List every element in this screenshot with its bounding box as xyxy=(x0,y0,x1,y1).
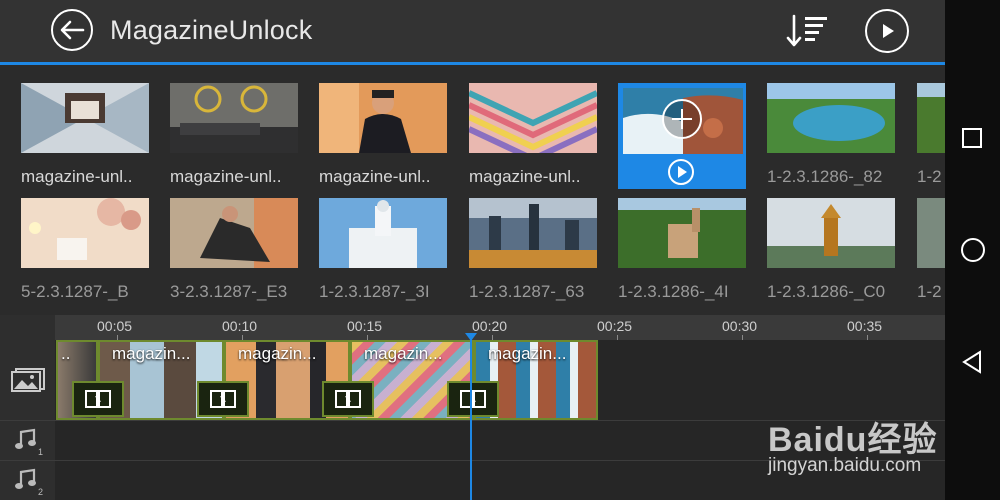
media-item[interactable]: 1-2.3.1287-_63 xyxy=(469,198,597,303)
clip-label: magazin... xyxy=(238,344,317,363)
tick-label: 00:10 xyxy=(222,318,258,334)
clip-label: magazin... xyxy=(112,344,191,363)
media-caption: magazine-unl.. xyxy=(170,167,282,186)
sort-button[interactable] xyxy=(786,12,830,50)
thumbnail-white-church xyxy=(319,198,447,268)
playhead[interactable] xyxy=(470,335,472,500)
music-note-icon xyxy=(15,468,36,489)
media-item[interactable]: 1-2.3.1286-_C0 xyxy=(767,198,895,303)
clip-label: magazin... xyxy=(364,344,443,363)
preview-play-button[interactable] xyxy=(865,9,909,53)
transition-button[interactable] xyxy=(72,381,124,417)
recent-apps-icon[interactable] xyxy=(962,128,982,148)
audio-track-number: 2 xyxy=(38,487,44,497)
media-item[interactable]: magazine-unl.. xyxy=(319,83,447,188)
media-caption: 1-2.3.1287-_63 xyxy=(469,282,585,301)
ruler-spacer xyxy=(0,315,55,340)
playhead-handle[interactable] xyxy=(465,333,477,341)
page-title: MagazineUnlock xyxy=(110,15,313,45)
tick-label: 00:25 xyxy=(597,318,633,334)
media-caption: 1-2.3.1286-_82 xyxy=(767,167,883,186)
media-caption: 5-2.3.1287-_B xyxy=(21,282,129,301)
transition-button[interactable] xyxy=(447,381,499,417)
thumbnail-flowers-cup xyxy=(21,198,149,268)
media-item[interactable]: magazine-unl.. xyxy=(469,83,597,188)
thumbnail-bedroom xyxy=(170,83,298,153)
media-caption: 3-2.3.1287-_E3 xyxy=(170,282,288,301)
thumbnail-lake xyxy=(767,83,895,153)
app-header: MagazineUnlock xyxy=(0,0,945,62)
thumbnail-monastery xyxy=(618,198,746,268)
media-caption: 1-2.3.1286-_C0 xyxy=(767,282,886,301)
thumbnail-corridor xyxy=(21,83,149,153)
tick-label: 00:05 xyxy=(97,318,133,334)
arrow-left-icon xyxy=(60,20,85,40)
media-library-grid: magazine-unl.. magazine-unl.. magazine-u… xyxy=(0,65,945,315)
media-item[interactable]: 1-2 xyxy=(917,198,945,303)
clip-label: magazin... xyxy=(488,344,567,363)
media-item[interactable]: magazine-unl.. xyxy=(170,83,298,188)
thumbnail-forest-partial xyxy=(917,83,945,153)
media-item[interactable]: 1-2.3.1286-_82 xyxy=(767,83,895,188)
media-item[interactable]: 1-2 xyxy=(917,83,945,188)
media-item[interactable]: 3-2.3.1287-_E3 xyxy=(170,198,298,303)
tick-label: 00:35 xyxy=(847,318,883,334)
transition-button[interactable] xyxy=(197,381,249,417)
clip-label: .. xyxy=(61,344,71,363)
tick-label: 00:30 xyxy=(722,318,758,334)
watermark-url: jingyan.baidu.com xyxy=(768,455,922,476)
tick-label: 00:15 xyxy=(347,318,383,334)
media-caption: 1-2 xyxy=(917,282,942,301)
audio-track-number: 1 xyxy=(38,447,44,457)
music-note-icon xyxy=(15,428,36,449)
add-to-timeline-icon[interactable] xyxy=(662,99,702,139)
sort-icon xyxy=(786,14,827,47)
transition-button[interactable] xyxy=(322,381,374,417)
transition-icon xyxy=(460,390,486,408)
transition-icon xyxy=(210,390,236,408)
thumbnail-pagoda xyxy=(767,198,895,268)
back-button[interactable] xyxy=(51,9,93,51)
media-item[interactable]: 1-2.3.1287-_3I xyxy=(319,198,447,303)
system-nav-bar xyxy=(945,0,1000,500)
media-item[interactable]: 5-2.3.1287-_B xyxy=(21,198,149,303)
play-icon xyxy=(883,24,894,38)
media-item-selected[interactable] xyxy=(618,83,748,190)
home-icon[interactable] xyxy=(961,238,985,262)
thumbnail-man-portrait xyxy=(319,83,447,153)
transition-icon xyxy=(335,390,361,408)
preview-clip-icon[interactable] xyxy=(668,159,694,185)
media-caption: 1-2.3.1287-_3I xyxy=(319,282,430,301)
media-caption: 1-2.3.1286-_4I xyxy=(618,282,729,301)
media-caption: magazine-unl.. xyxy=(469,167,581,186)
thumbnail-person-chair xyxy=(170,198,298,268)
nav-back-icon[interactable] xyxy=(961,350,983,374)
media-caption: 1-2 xyxy=(917,167,942,186)
thumbnail-partial xyxy=(917,198,945,268)
thumbnail-rainbow-mountains xyxy=(469,83,597,153)
watermark-logo: Baidu经验 xyxy=(768,421,938,459)
media-caption: magazine-unl.. xyxy=(21,167,133,186)
media-item[interactable]: magazine-unl.. xyxy=(21,83,149,188)
media-caption: magazine-unl.. xyxy=(319,167,431,186)
transition-icon xyxy=(85,390,111,408)
media-item[interactable]: 1-2.3.1286-_4I xyxy=(618,198,746,303)
image-track-icon xyxy=(11,368,45,392)
tick-label: 00:20 xyxy=(472,318,508,334)
thumbnail-city-night xyxy=(469,198,597,268)
